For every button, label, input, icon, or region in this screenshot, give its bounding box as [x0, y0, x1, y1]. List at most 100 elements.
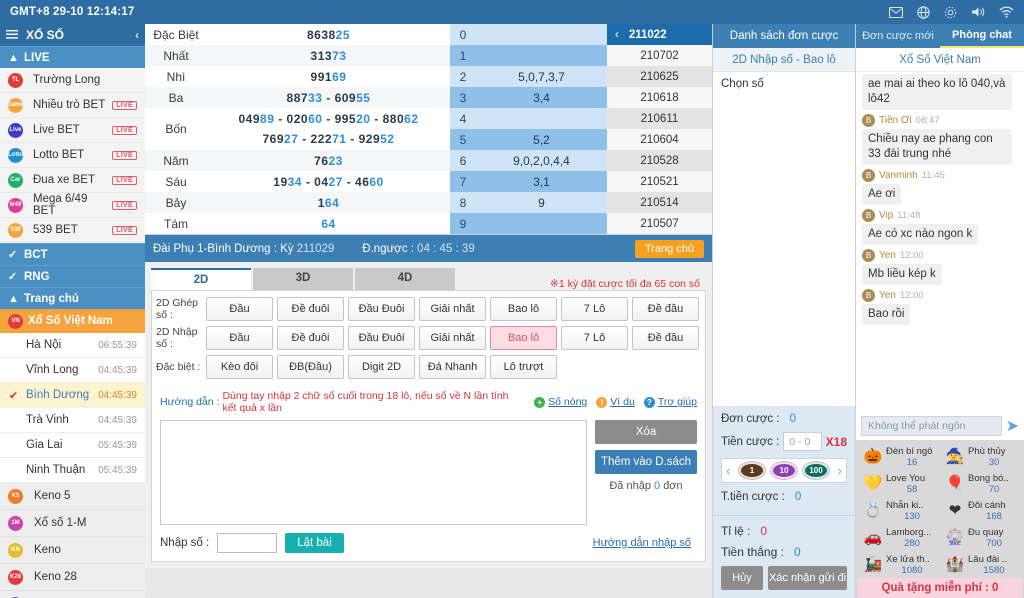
- gift-item-6[interactable]: 🚗 Lamborg... 280: [858, 524, 940, 551]
- draw-row[interactable]: 210618: [607, 87, 712, 108]
- gift-item-0[interactable]: 🎃 Đèn bí ngô 16: [858, 443, 940, 470]
- bet-option-Digit 2D[interactable]: Digit 2D: [348, 355, 415, 379]
- sidebar-item-live-1[interactable]: Game Nhiều trò BET LIVE: [0, 93, 145, 118]
- bet-option-Đề đầu[interactable]: Đề đầu: [632, 326, 699, 350]
- confirm-submit-button[interactable]: Xác nhận gửi đi: [768, 566, 847, 590]
- hint-link-Ví dụ[interactable]: ! Ví dụ: [596, 396, 635, 408]
- bet-option-Kèo đôi[interactable]: Kèo đôi: [206, 355, 273, 379]
- hint-link-label[interactable]: Số nóng: [548, 396, 587, 408]
- sidebar-group-rng[interactable]: ✓ RNG: [0, 265, 145, 287]
- sidebar-game-2[interactable]: KN Keno: [0, 537, 145, 564]
- bet-option-Đầu[interactable]: Đầu: [206, 297, 273, 321]
- sidebar-game-1[interactable]: 1M Xổ số 1-M: [0, 510, 145, 537]
- home-button[interactable]: Trang chủ: [635, 240, 704, 258]
- bet-option-Bao lô[interactable]: Bao lô: [490, 297, 557, 321]
- gift-item-3[interactable]: 🎈 Bong bó.. 70: [940, 470, 1022, 497]
- sidebar-group-bct[interactable]: ✓ BCT: [0, 243, 145, 265]
- bet-tab-3D[interactable]: 3D: [253, 268, 353, 290]
- stake-input[interactable]: 0 - 0: [783, 432, 821, 451]
- draw-row[interactable]: 210604: [607, 129, 712, 150]
- sidebar-game-4[interactable]: 3D Fu li 3D: [0, 591, 145, 598]
- sidebar-group-trang chủ[interactable]: ▲ Trang chủ: [0, 287, 145, 309]
- gift-item-1[interactable]: 🧙 Phù thủy 30: [940, 443, 1022, 470]
- sidebar-item-live-4[interactable]: Car Đua xe BET LIVE: [0, 168, 145, 193]
- chevron-right-icon[interactable]: ›: [838, 463, 842, 478]
- chevron-left-icon[interactable]: ‹: [726, 463, 730, 478]
- numbers-input-area[interactable]: [160, 420, 587, 525]
- bet-option-7 Lô[interactable]: 7 Lô: [561, 326, 628, 350]
- hint-link-Số nóng[interactable]: + Số nóng: [534, 396, 587, 408]
- sidebar-item-live-6[interactable]: 539 539 BET LIVE: [0, 218, 145, 243]
- number-entry-input[interactable]: [217, 533, 277, 553]
- flip-card-button[interactable]: Lật bài: [285, 533, 344, 553]
- gift-item-2[interactable]: 💛 Love You 58: [858, 470, 940, 497]
- wifi-icon[interactable]: [999, 6, 1014, 18]
- add-to-list-button[interactable]: Thêm vào D.sách: [595, 450, 697, 474]
- bet-option-Đề đầu[interactable]: Đề đầu: [632, 297, 699, 321]
- chip-100[interactable]: 100: [803, 462, 829, 479]
- bet-option-Bao lô[interactable]: Bao lô: [490, 326, 557, 350]
- draw-row[interactable]: 210625: [607, 66, 712, 87]
- bet-option-Lô trượt[interactable]: Lô trượt: [490, 355, 557, 379]
- sidebar-item-live-0[interactable]: TL Trường Long: [0, 68, 145, 93]
- draw-row-selected[interactable]: ‹ 211022: [607, 24, 712, 45]
- clear-button[interactable]: Xóa: [595, 420, 697, 444]
- gift-item-5[interactable]: ❤ Đôi cánh 168: [940, 497, 1022, 524]
- gear-icon[interactable]: [944, 6, 957, 19]
- draw-row[interactable]: 210702: [607, 45, 712, 66]
- chat-tab-Phòng chat[interactable]: Phòng chat: [940, 24, 1024, 48]
- gift-item-7[interactable]: 🎡 Đu quay 700: [940, 524, 1022, 551]
- gift-item-8[interactable]: 🚂 Xe lửa th.. 1080: [858, 551, 940, 578]
- sidebar-province-0[interactable]: Hà Nội 06:55:39: [0, 333, 145, 358]
- chip-10[interactable]: 10: [771, 462, 797, 479]
- sidebar-game-3[interactable]: K28 Keno 28: [0, 564, 145, 591]
- chat-messages[interactable]: ae mai ai theo ko lô 040,và lô42 B Tiền …: [856, 72, 1024, 414]
- sidebar-group-live[interactable]: ▲ LIVE: [0, 46, 145, 68]
- chat-tab-Đơn cược mới[interactable]: Đơn cược mới: [856, 24, 940, 48]
- bet-option-Đề đuôi[interactable]: Đề đuôi: [277, 297, 344, 321]
- bet-option-7 Lô[interactable]: 7 Lô: [561, 297, 628, 321]
- chat-input[interactable]: Không thể phát ngôn: [861, 416, 1002, 436]
- draw-row[interactable]: 210521: [607, 171, 712, 192]
- number-entry-guide-link[interactable]: Hướng dẫn nhập số: [593, 537, 697, 549]
- draw-row[interactable]: 210514: [607, 192, 712, 213]
- sidebar-game-0[interactable]: K5 Keno 5: [0, 483, 145, 510]
- draw-row[interactable]: 210528: [607, 150, 712, 171]
- sidebar-item-live-3[interactable]: Lotto Lotto BET LIVE: [0, 143, 145, 168]
- draw-row[interactable]: 210611: [607, 108, 712, 129]
- bet-option-Đầu Đuôi[interactable]: Đầu Đuôi: [348, 326, 415, 350]
- sidebar-province-5[interactable]: Ninh Thuận 05:45:39: [0, 458, 145, 483]
- sidebar-province-2[interactable]: Bình Dương 04:45:39: [0, 383, 145, 408]
- bet-option-Giải nhất[interactable]: Giải nhất: [419, 297, 486, 321]
- gift-item-4[interactable]: 💍 Nhẫn ki.. 130: [858, 497, 940, 524]
- sidebar-province-1[interactable]: Vĩnh Long 04:45:39: [0, 358, 145, 383]
- sidebar-province-4[interactable]: Gia Lai 05:45:39: [0, 433, 145, 458]
- chip-1[interactable]: 1: [739, 462, 765, 479]
- hint-link-label[interactable]: Trợ giúp: [658, 396, 697, 408]
- sidebar-item-xo-so-viet-nam[interactable]: VN Xổ Số Việt Nam: [0, 309, 145, 333]
- mail-icon[interactable]: [889, 7, 903, 18]
- bet-option-ĐB(Đầu)[interactable]: ĐB(Đầu): [277, 355, 344, 379]
- hint-link-Trợ giúp[interactable]: ? Trợ giúp: [644, 396, 697, 408]
- gift-item-9[interactable]: 🏰 Lâu đài .. 1580: [940, 551, 1022, 578]
- sound-icon[interactable]: [971, 6, 985, 18]
- sidebar-province-3[interactable]: Trà Vinh 04:45:39: [0, 408, 145, 433]
- bet-option-Đầu Đuôi[interactable]: Đầu Đuôi: [348, 297, 415, 321]
- cancel-button[interactable]: Hủy: [721, 566, 763, 590]
- sidebar-item-live-2[interactable]: Live Live BET LIVE: [0, 118, 145, 143]
- hamburger-icon[interactable]: [6, 28, 20, 42]
- hint-link-label[interactable]: Ví dụ: [610, 396, 635, 408]
- bet-tab-2D[interactable]: 2D: [151, 268, 251, 290]
- chevron-left-icon[interactable]: ‹: [615, 29, 619, 41]
- bet-option-Đề đuôi[interactable]: Đề đuôi: [277, 326, 344, 350]
- globe-icon[interactable]: [917, 6, 930, 19]
- bet-option-Đầu[interactable]: Đầu: [206, 326, 273, 350]
- sidebar-item-live-5[interactable]: 6/49 Mega 6/49 BET LIVE: [0, 193, 145, 218]
- send-icon[interactable]: ➤: [1006, 416, 1019, 436]
- bet-option-Giải nhất[interactable]: Giải nhất: [419, 326, 486, 350]
- sidebar-header[interactable]: XỔ SỐ ‹: [0, 24, 145, 46]
- bet-tab-4D[interactable]: 4D: [355, 268, 455, 290]
- bet-option-Đá Nhanh[interactable]: Đá Nhanh: [419, 355, 486, 379]
- chevron-left-icon[interactable]: ‹: [135, 28, 139, 42]
- draw-row[interactable]: 210507: [607, 213, 712, 234]
